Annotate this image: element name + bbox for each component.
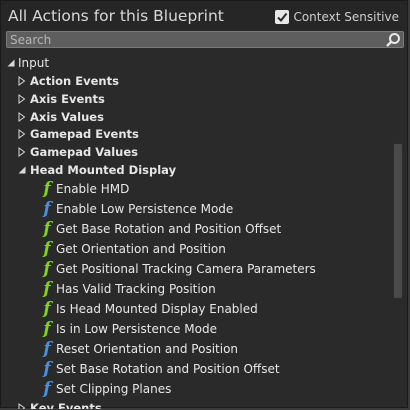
action-item-label: Has Valid Tracking Position <box>56 282 216 296</box>
function-icon: f <box>43 279 51 299</box>
function-icon: f <box>43 179 51 199</box>
action-item-label: Is Head Mounted Display Enabled <box>56 302 258 316</box>
action-item-get-base-rotation[interactable]: f Get Base Rotation and Position Offset <box>1 220 393 238</box>
action-item-get-orientation-and-position[interactable]: f Get Orientation and Position <box>1 240 393 258</box>
chevron-right-icon[interactable] <box>17 76 27 86</box>
action-tree: Input Action Events Axis Events Axis Val… <box>1 52 393 409</box>
action-item-has-valid-tracking-position[interactable]: f Has Valid Tracking Position <box>1 280 393 298</box>
function-icon: f <box>43 239 51 259</box>
menu-title: All Actions for this Blueprint <box>8 7 224 25</box>
function-icon: f <box>43 199 51 219</box>
tree-category-action-events[interactable]: Action Events <box>1 72 393 90</box>
blueprint-action-menu: All Actions for this Blueprint Context S… <box>0 0 408 409</box>
action-item-is-in-low-persistence-mode[interactable]: f Is in Low Persistence Mode <box>1 320 393 338</box>
tree-category-label: Gamepad Events <box>30 127 139 141</box>
function-icon: f <box>43 339 51 359</box>
action-item-label: Is in Low Persistence Mode <box>56 322 217 336</box>
tree-category-input[interactable]: Input <box>1 54 393 72</box>
chevron-right-icon[interactable] <box>17 129 27 139</box>
checkmark-icon <box>277 12 288 23</box>
tree-category-label: Gamepad Values <box>30 145 139 159</box>
action-item-enable-low-persistence-mode[interactable]: f Enable Low Persistence Mode <box>1 200 393 218</box>
scrollbar-thumb[interactable] <box>393 143 403 299</box>
tree-category-axis-values[interactable]: Axis Values <box>1 108 393 126</box>
tree-category-label: Axis Values <box>30 110 104 124</box>
function-icon: f <box>43 299 51 319</box>
tree-category-axis-events[interactable]: Axis Events <box>1 90 393 108</box>
tree-category-label: Head Mounted Display <box>30 163 177 177</box>
search-box[interactable] <box>6 31 404 48</box>
action-item-label: Enable HMD <box>56 182 130 196</box>
action-item-label: Get Positional Tracking Camera Parameter… <box>56 262 316 276</box>
action-item-set-clipping-planes[interactable]: f Set Clipping Planes <box>1 380 393 398</box>
function-icon: f <box>43 219 51 239</box>
function-icon: f <box>43 259 51 279</box>
action-item-label: Reset Orientation and Position <box>56 342 239 356</box>
chevron-down-icon[interactable] <box>17 165 27 175</box>
function-icon: f <box>43 319 51 339</box>
tree-category-label: Key Events <box>30 401 102 409</box>
chevron-right-icon[interactable] <box>17 147 27 157</box>
action-item-set-base-rotation[interactable]: f Set Base Rotation and Position Offset <box>1 360 393 378</box>
action-item-label: Enable Low Persistence Mode <box>56 202 234 216</box>
action-item-enable-hmd[interactable]: f Enable HMD <box>1 180 393 198</box>
tree-category-gamepad-events[interactable]: Gamepad Events <box>1 125 393 143</box>
context-sensitive-toggle[interactable]: Context Sensitive <box>275 8 399 26</box>
function-icon: f <box>43 359 51 379</box>
tree-category-label: Axis Events <box>30 92 105 106</box>
action-item-label: Get Orientation and Position <box>56 242 226 256</box>
chevron-right-icon[interactable] <box>17 112 27 122</box>
action-item-reset-orientation-and-position[interactable]: f Reset Orientation and Position <box>1 340 393 358</box>
tree-category-head-mounted-display[interactable]: Head Mounted Display <box>1 161 393 179</box>
search-icon[interactable] <box>385 32 401 48</box>
action-item-label: Set Clipping Planes <box>56 382 172 396</box>
action-item-label: Set Base Rotation and Position Offset <box>56 362 280 376</box>
chevron-down-icon[interactable] <box>6 58 16 68</box>
action-item-get-positional-tracking-camera-parameters[interactable]: f Get Positional Tracking Camera Paramet… <box>1 260 393 278</box>
chevron-right-icon[interactable] <box>17 94 27 104</box>
tree-category-gamepad-values[interactable]: Gamepad Values <box>1 143 393 161</box>
context-sensitive-label: Context Sensitive <box>293 10 399 24</box>
tree-category-label: Action Events <box>30 74 119 88</box>
tree-category-key-events[interactable]: Key Events <box>1 399 393 409</box>
context-sensitive-checkbox[interactable] <box>275 10 290 24</box>
action-item-label: Get Base Rotation and Position Offset <box>56 222 282 236</box>
search-input[interactable] <box>10 32 380 47</box>
chevron-right-icon[interactable] <box>17 403 27 409</box>
tree-category-label: Input <box>18 56 50 70</box>
function-icon: f <box>43 379 51 399</box>
title-bar: All Actions for this Blueprint Context S… <box>1 1 407 31</box>
action-item-is-hmd-enabled[interactable]: f Is Head Mounted Display Enabled <box>1 300 393 318</box>
scrollbar[interactable] <box>393 52 403 407</box>
